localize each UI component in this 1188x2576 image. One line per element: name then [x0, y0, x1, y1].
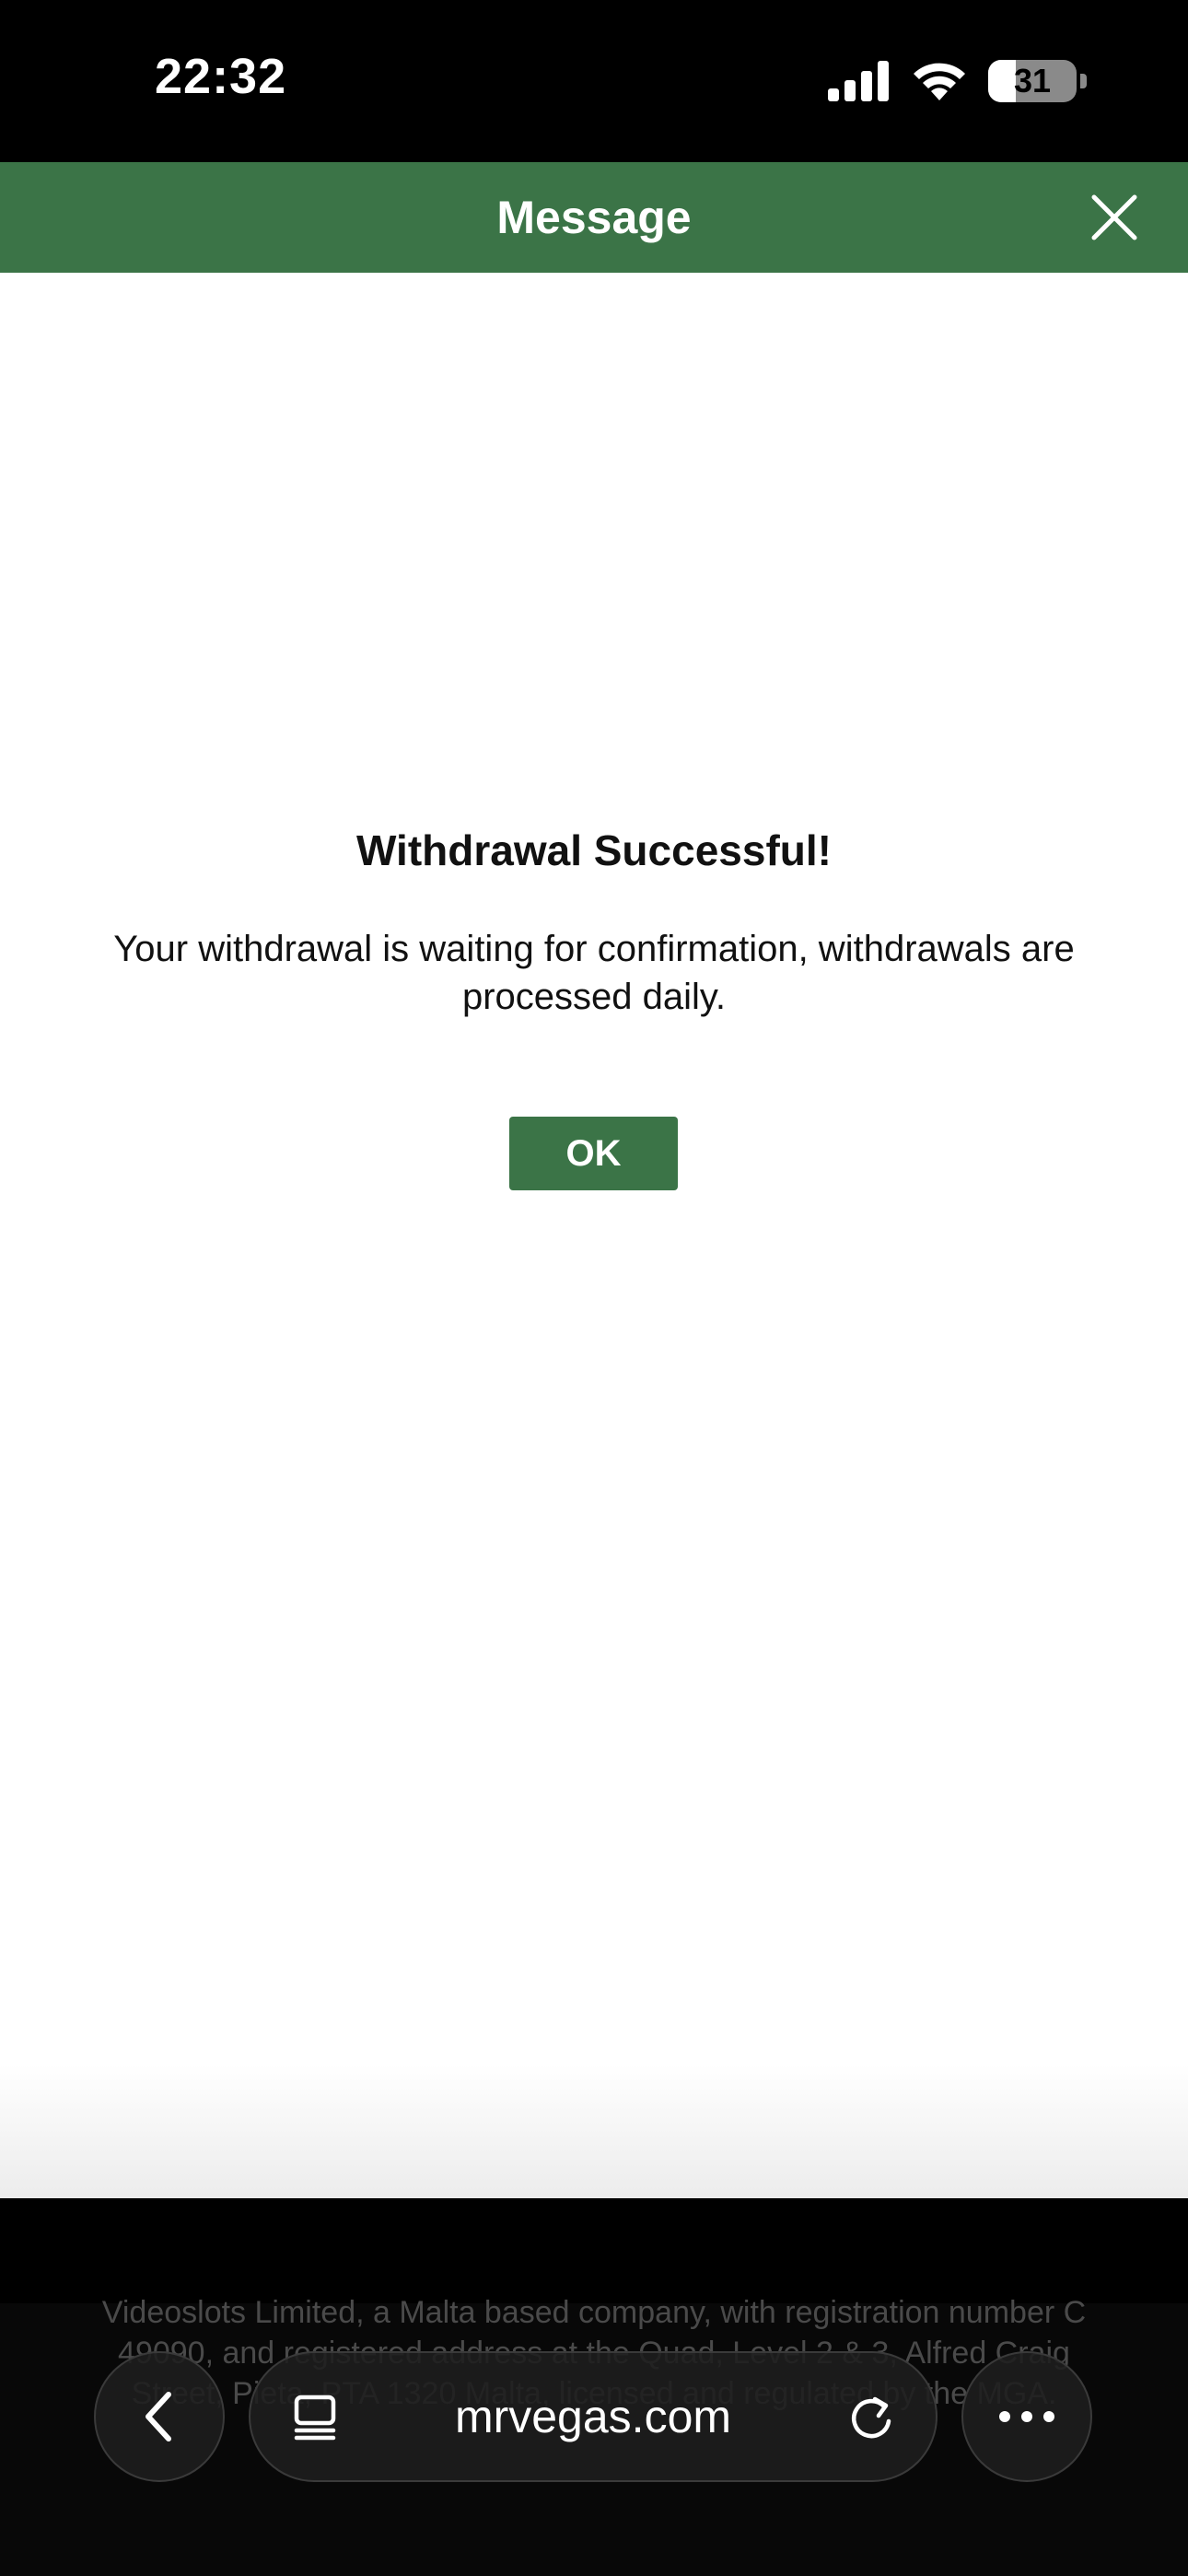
battery-tip	[1080, 74, 1087, 88]
close-button[interactable]	[1087, 190, 1142, 245]
status-icons: 31	[828, 55, 1087, 107]
more-button[interactable]	[961, 2351, 1092, 2482]
message-content	[0, 273, 1188, 2198]
dialog-message: Your withdrawal is waiting for confirmat…	[113, 929, 1075, 1017]
battery-icon: 31	[988, 60, 1077, 102]
header-title: Message	[496, 192, 692, 243]
url-text: mrvegas.com	[454, 2391, 732, 2442]
battery-text: 31	[1013, 62, 1052, 100]
wifi-icon	[911, 60, 968, 102]
status-bar: 22:32 31	[0, 0, 1188, 162]
more-dots-icon	[999, 2411, 1054, 2422]
reload-icon[interactable]	[847, 2394, 895, 2441]
ok-button[interactable]: OK	[509, 1117, 678, 1190]
screen: 22:32 31 Message Withdrawal Successful! …	[0, 0, 1188, 2576]
close-icon	[1091, 194, 1137, 240]
back-button[interactable]	[94, 2351, 225, 2482]
message-header: Message	[0, 162, 1188, 273]
dialog-title: Withdrawal Successful!	[356, 826, 832, 874]
back-chevron-icon	[146, 2392, 171, 2441]
url-bar[interactable]: mrvegas.com	[249, 2351, 938, 2482]
signal-icon	[828, 61, 891, 101]
status-time: 22:32	[155, 49, 287, 104]
